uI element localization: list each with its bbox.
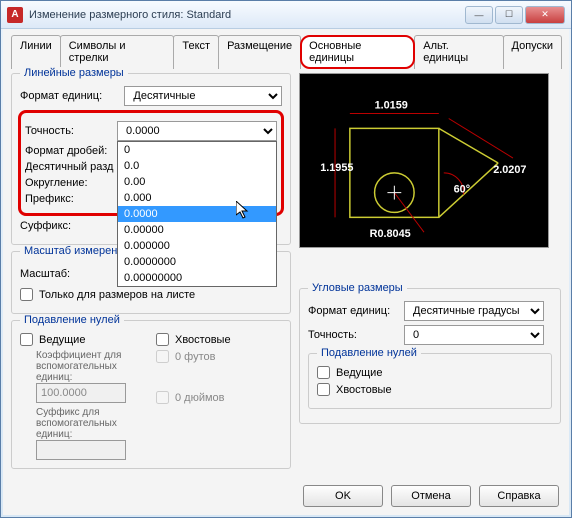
leading-checkbox[interactable] bbox=[20, 333, 33, 346]
svg-text:1.0159: 1.0159 bbox=[375, 100, 408, 112]
trailing-label: Хвостовые bbox=[175, 334, 231, 346]
unit-format-select[interactable]: Десятичные bbox=[124, 86, 282, 106]
inches-checkbox bbox=[156, 391, 169, 404]
ang-leading-checkbox[interactable] bbox=[317, 366, 330, 379]
ang-format-select[interactable]: Десятичные градусы bbox=[404, 301, 544, 321]
ang-format-label: Формат единиц: bbox=[308, 305, 398, 317]
ang-trailing-label: Хвостовые bbox=[336, 384, 392, 396]
angular-title: Угловые размеры bbox=[308, 282, 407, 294]
coef-label: Коэффициент для вспомогательных единиц: bbox=[36, 350, 146, 383]
tab-symbols[interactable]: Символы и стрелки bbox=[60, 35, 175, 69]
svg-text:R0.8045: R0.8045 bbox=[370, 228, 411, 240]
ang-trailing-checkbox[interactable] bbox=[317, 383, 330, 396]
ang-precision-label: Точность: bbox=[308, 329, 398, 341]
zero-title: Подавление нулей bbox=[20, 314, 124, 326]
svg-text:1.1955: 1.1955 bbox=[320, 162, 353, 174]
trailing-checkbox[interactable] bbox=[156, 333, 169, 346]
tab-placement[interactable]: Размещение bbox=[218, 35, 301, 69]
tab-text[interactable]: Текст bbox=[173, 35, 219, 69]
titlebar: A Изменение размерного стиля: Standard —… bbox=[1, 1, 571, 29]
linear-title: Линейные размеры bbox=[20, 67, 128, 79]
angular-group: Угловые размеры Формат единиц: Десятичны… bbox=[299, 288, 561, 424]
precision-option[interactable]: 0.0000 bbox=[118, 206, 276, 222]
ok-button[interactable]: OK bbox=[303, 485, 383, 507]
coef-input bbox=[36, 383, 126, 403]
layout-only-checkbox[interactable] bbox=[20, 288, 33, 301]
cancel-button[interactable]: Отмена bbox=[391, 485, 471, 507]
maximize-button[interactable]: ☐ bbox=[495, 6, 523, 24]
precision-option[interactable]: 0.0000000 bbox=[118, 254, 276, 270]
feet-checkbox bbox=[156, 350, 169, 363]
tab-bar: Линии Символы и стрелки Текст Размещение… bbox=[11, 35, 561, 69]
svg-text:2.0207: 2.0207 bbox=[493, 164, 526, 176]
tab-tolerances[interactable]: Допуски bbox=[503, 35, 562, 69]
precision-option[interactable]: 0.000000 bbox=[118, 238, 276, 254]
minimize-button[interactable]: — bbox=[465, 6, 493, 24]
close-button[interactable]: ✕ bbox=[525, 6, 565, 24]
leading-label: Ведущие bbox=[39, 334, 85, 346]
tab-lines[interactable]: Линии bbox=[11, 35, 61, 69]
prefix-label: Префикс: bbox=[25, 193, 125, 205]
app-icon: A bbox=[7, 7, 23, 23]
help-button[interactable]: Справка bbox=[479, 485, 559, 507]
precision-dropdown: 0 0.0 0.00 0.000 0.0000 0.00000 0.000000… bbox=[117, 141, 277, 287]
tab-primary-units[interactable]: Основные единицы bbox=[300, 35, 415, 69]
linear-group: Линейные размеры Формат единиц: Десятичн… bbox=[11, 73, 291, 245]
svg-text:60°: 60° bbox=[454, 184, 470, 196]
precision-option[interactable]: 0.00000 bbox=[118, 222, 276, 238]
suffix-label: Суффикс: bbox=[20, 220, 120, 232]
ang-zero-title: Подавление нулей bbox=[317, 347, 421, 359]
round-label: Округление: bbox=[25, 177, 125, 189]
preview-pane: 1.0159 1.1955 2.0207 60° R0.8045 bbox=[299, 73, 549, 248]
unit-format-label: Формат единиц: bbox=[20, 90, 118, 102]
precision-option[interactable]: 0.00000000 bbox=[118, 270, 276, 286]
precision-select[interactable]: 0.0000 bbox=[117, 121, 277, 141]
ang-leading-label: Ведущие bbox=[336, 367, 382, 379]
precision-option[interactable]: 0.000 bbox=[118, 190, 276, 206]
inches-label: 0 дюймов bbox=[175, 392, 225, 404]
layout-only-label: Только для размеров на листе bbox=[39, 289, 195, 301]
ang-zero-group: Подавление нулей Ведущие Хвостовые bbox=[308, 353, 552, 409]
zero-group: Подавление нулей Ведущие Коэффициент для… bbox=[11, 320, 291, 469]
precision-option[interactable]: 0.00 bbox=[118, 174, 276, 190]
precision-option[interactable]: 0 bbox=[118, 142, 276, 158]
ang-precision-select[interactable]: 0 bbox=[404, 325, 544, 345]
precision-highlight: Точность: 0.0000 0 0.0 0.00 0.000 0.0000… bbox=[18, 110, 284, 216]
fraction-label: Формат дробей: bbox=[25, 145, 125, 157]
feet-label: 0 футов bbox=[175, 351, 215, 363]
precision-option[interactable]: 0.0 bbox=[118, 158, 276, 174]
window-title: Изменение размерного стиля: Standard bbox=[29, 9, 465, 21]
precision-label: Точность: bbox=[25, 125, 111, 137]
dec-sep-label: Десятичный разд bbox=[25, 161, 125, 173]
zero-suffix-input bbox=[36, 440, 126, 460]
zero-suffix-label: Суффикс для вспомогательных единиц: bbox=[36, 407, 146, 440]
tab-alt-units[interactable]: Альт. единицы bbox=[414, 35, 503, 69]
